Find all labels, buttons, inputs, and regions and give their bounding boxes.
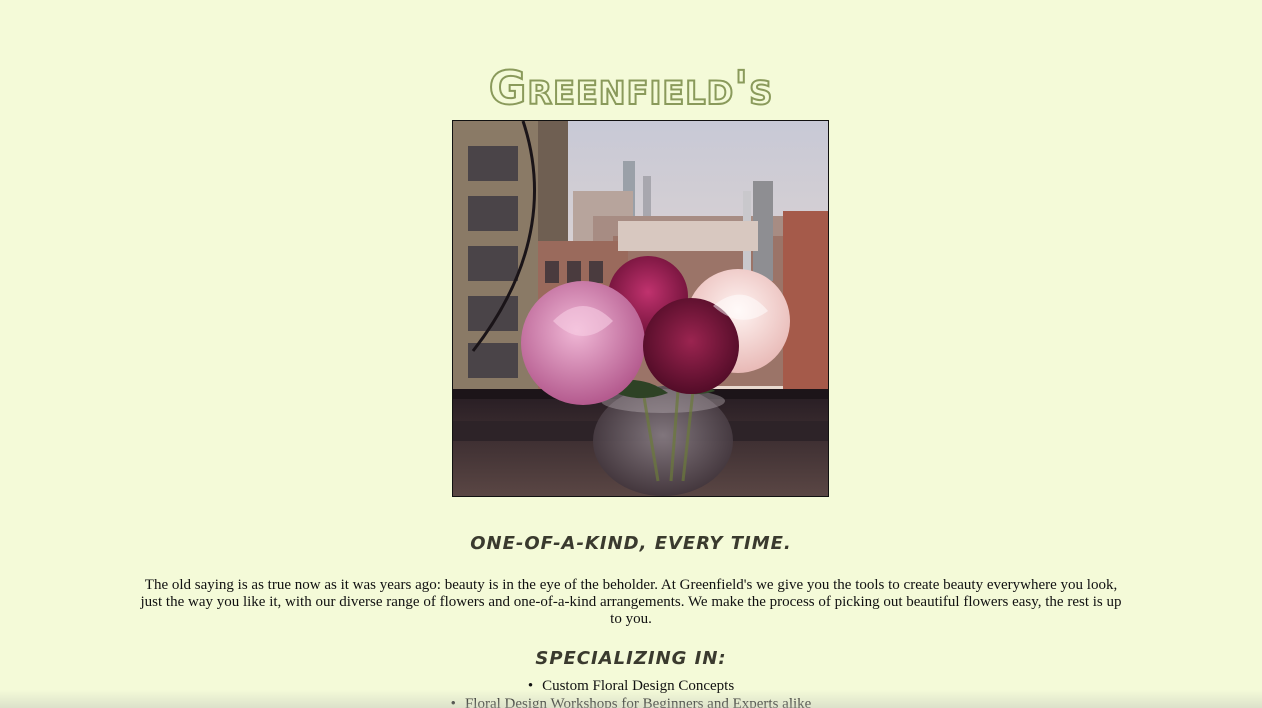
page: Greenfield's ONE-OF-A-KIND, EVERY TIME. … (0, 0, 1262, 708)
hero-photo (453, 121, 828, 496)
list-item: Floral Design Workshops for Beginners an… (0, 695, 1262, 708)
hero-image (452, 120, 829, 497)
site-logo[interactable]: Greenfield's (0, 60, 1262, 116)
intro-paragraph: The old saying is as true now as it was … (140, 577, 1122, 627)
tagline-heading: One-of-a-kind, every time. (470, 532, 792, 554)
specializing-list: Custom Floral Design Concepts Floral Des… (0, 677, 1262, 708)
list-item: Custom Floral Design Concepts (0, 677, 1262, 695)
specializing-heading: Specializing in: (535, 647, 727, 669)
